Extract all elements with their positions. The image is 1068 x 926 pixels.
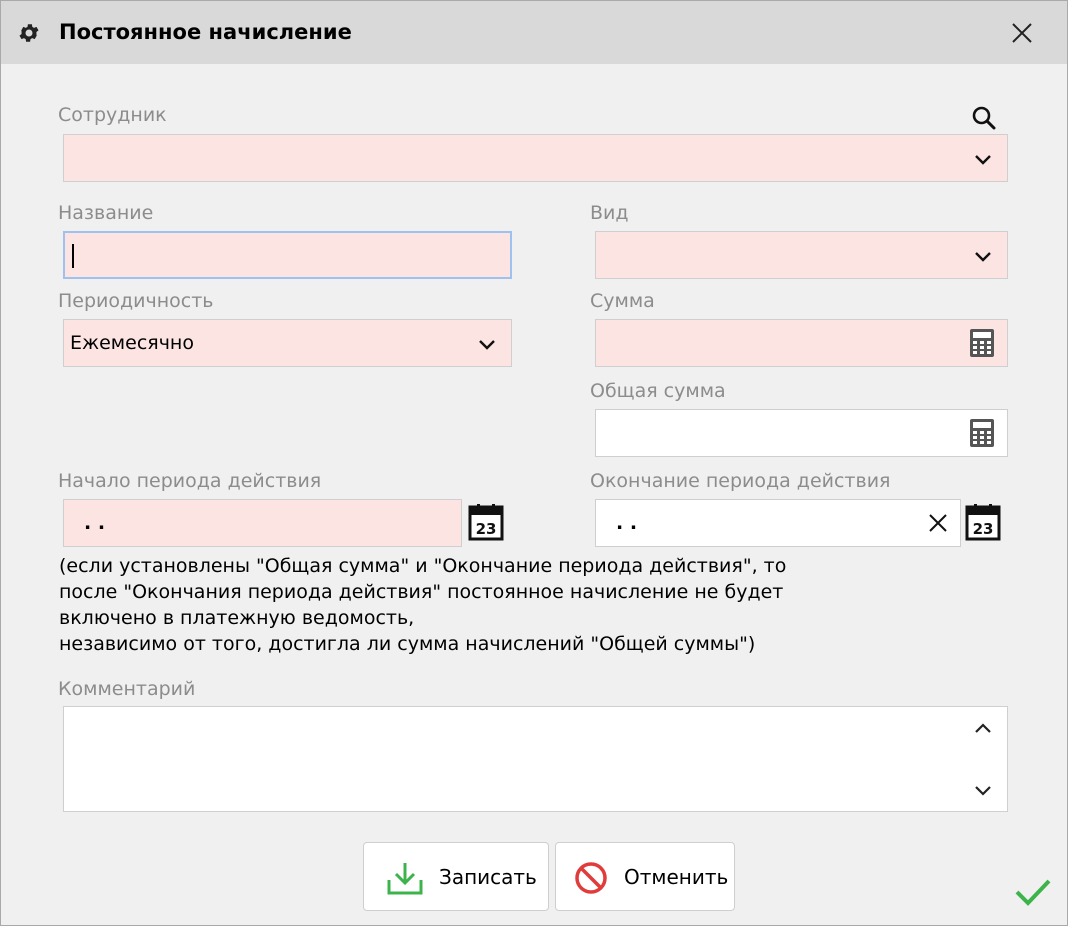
- note-line: (если установлены "Общая сумма" и "Оконч…: [59, 555, 787, 577]
- title-bar: Постоянное начисление: [1, 1, 1067, 64]
- cancel-button[interactable]: Отменить: [555, 842, 735, 911]
- save-button-label: Записать: [439, 865, 537, 889]
- employee-select[interactable]: [63, 134, 1008, 182]
- dialog-title: Постоянное начисление: [59, 20, 352, 44]
- gear-icon: [19, 24, 39, 42]
- total-amount-label: Общая сумма: [590, 380, 726, 402]
- start-date-value: . .: [84, 512, 106, 534]
- amount-input[interactable]: [595, 319, 1008, 367]
- end-date-value: . .: [616, 512, 638, 534]
- save-button[interactable]: Записать: [363, 842, 549, 911]
- calendar-icon-day: 23: [973, 520, 994, 538]
- chevron-up-icon[interactable]: [973, 721, 993, 735]
- total-amount-input[interactable]: [595, 409, 1008, 457]
- employee-label: Сотрудник: [58, 104, 167, 126]
- start-date-label: Начало периода действия: [58, 470, 322, 492]
- kind-select[interactable]: [595, 231, 1008, 279]
- chevron-down-icon[interactable]: [973, 249, 993, 263]
- start-date-input[interactable]: . .: [63, 499, 462, 547]
- calendar-icon[interactable]: 23: [965, 503, 1001, 541]
- note-line: после "Окончания периода действия" посто…: [59, 581, 784, 603]
- calendar-icon-day: 23: [476, 520, 497, 538]
- text-caret: [72, 244, 74, 268]
- dialog-window: Постоянное начисление Сотрудник Название…: [0, 0, 1068, 926]
- name-label: Название: [58, 202, 154, 224]
- clear-icon[interactable]: [928, 513, 948, 533]
- periodicity-label: Периодичность: [58, 290, 214, 312]
- end-date-label: Окончание периода действия: [590, 470, 891, 492]
- note-line: независимо от того, достигла ли сумма на…: [59, 633, 756, 655]
- periodicity-value: Ежемесячно: [70, 332, 194, 354]
- comment-textarea[interactable]: [63, 706, 1008, 812]
- chevron-down-icon[interactable]: [973, 783, 993, 797]
- note-line: включено в платежную ведомость,: [59, 607, 415, 629]
- end-date-input[interactable]: . .: [595, 499, 961, 547]
- kind-label: Вид: [590, 202, 629, 224]
- download-icon: [387, 863, 423, 895]
- checkmark-icon[interactable]: [1013, 875, 1053, 909]
- prohibited-icon: [575, 862, 607, 894]
- info-note: (если установлены "Общая сумма" и "Оконч…: [59, 553, 859, 657]
- name-input[interactable]: [63, 231, 512, 279]
- calculator-icon[interactable]: [969, 328, 995, 358]
- calendar-icon[interactable]: 23: [468, 503, 504, 541]
- periodicity-select[interactable]: Ежемесячно: [63, 319, 512, 367]
- amount-label: Сумма: [590, 290, 655, 312]
- comment-label: Комментарий: [58, 678, 196, 700]
- chevron-down-icon[interactable]: [973, 152, 993, 166]
- chevron-down-icon[interactable]: [477, 337, 497, 351]
- calculator-icon[interactable]: [969, 418, 995, 448]
- close-icon[interactable]: [1007, 18, 1037, 48]
- cancel-button-label: Отменить: [624, 865, 729, 889]
- search-icon[interactable]: [971, 105, 997, 131]
